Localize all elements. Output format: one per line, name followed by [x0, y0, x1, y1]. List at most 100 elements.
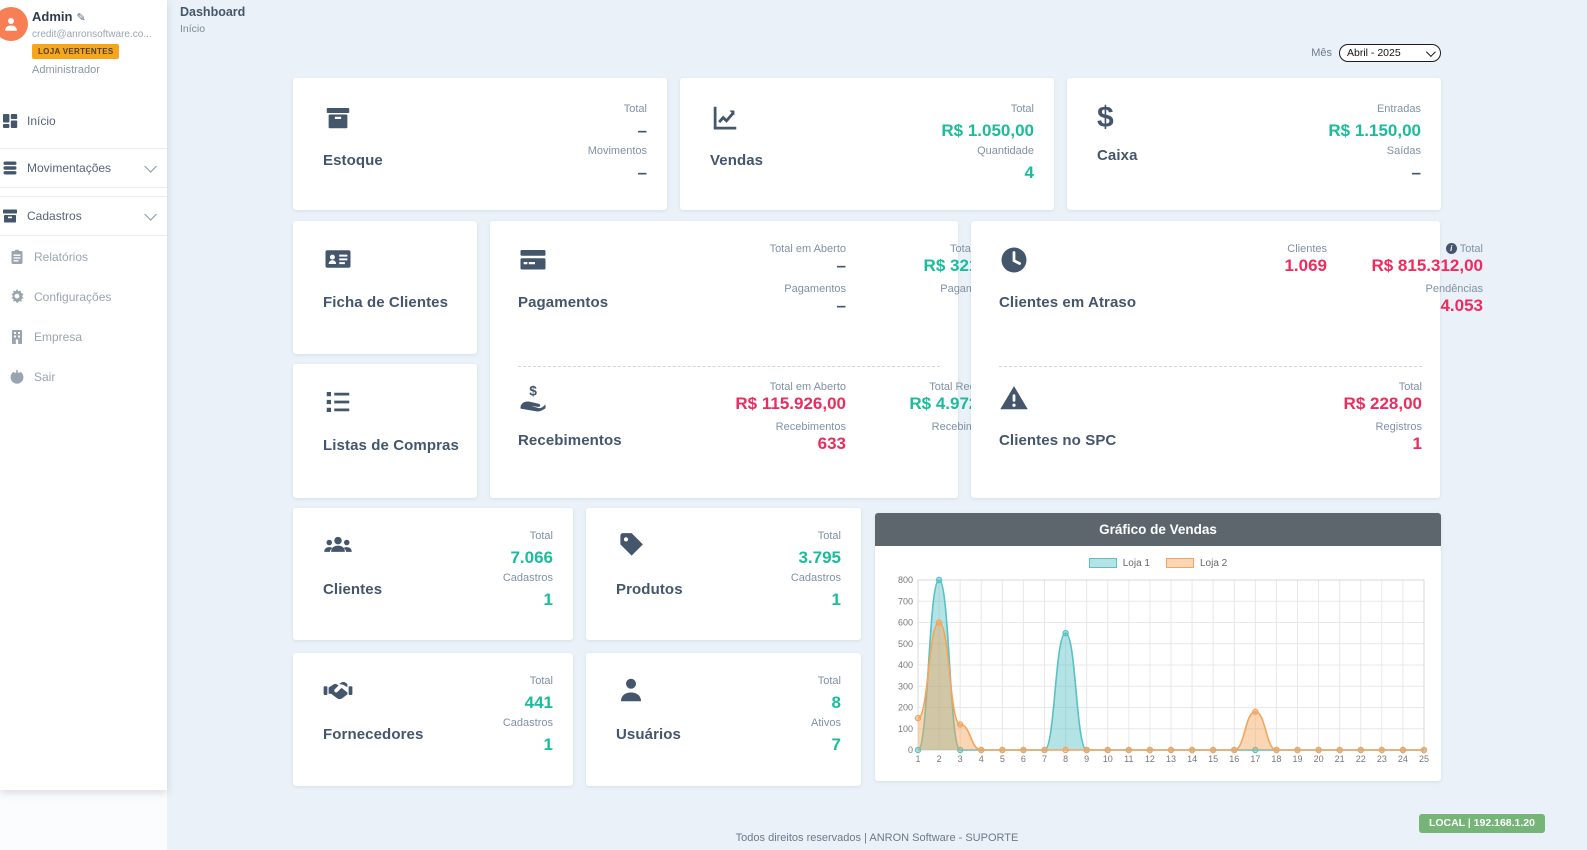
chart-legend: Loja 1 Loja 2: [884, 554, 1432, 572]
chart-title: Gráfico de Vendas: [1099, 522, 1217, 537]
card-pagamentos-recebimentos: Pagamentos Total em Aberto – Pagamentos …: [490, 221, 958, 498]
stat-label: Total: [818, 530, 841, 542]
footer-copyright: Todos direitos reservados | ANRON Softwa…: [167, 832, 1587, 844]
stat-label: Total: [818, 675, 841, 687]
power-icon: [9, 369, 25, 385]
stat-value: R$ 115.926,00: [735, 394, 846, 413]
store-badge: LOJA VERTENTES: [32, 44, 119, 59]
card-title: Clientes em Atraso: [999, 294, 1175, 311]
card-title: Vendas: [710, 152, 763, 169]
stat-value: R$ 1.150,00: [1328, 121, 1421, 140]
section-clientes-spc: Clientes no SPC Total R$ 228,00 Registro…: [999, 381, 1422, 498]
chart-line-icon: [710, 120, 740, 137]
svg-text:20: 20: [1314, 754, 1324, 764]
svg-text:10: 10: [1103, 754, 1113, 764]
card-ficha-clientes[interactable]: Ficha de Clientes: [293, 221, 477, 354]
month-filter: Mês Abril - 2025: [167, 44, 1441, 62]
svg-text:19: 19: [1292, 754, 1302, 764]
card-title: Produtos: [616, 581, 683, 598]
svg-text:15: 15: [1208, 754, 1218, 764]
handshake-icon: [323, 692, 353, 709]
legend-swatch: [1089, 558, 1117, 568]
card-fornecedores: Fornecedores Total 441 Cadastros 1: [293, 653, 573, 786]
chevron-down-icon: [1426, 47, 1436, 57]
month-select[interactable]: Abril - 2025: [1339, 44, 1441, 62]
card-listas-compras[interactable]: Listas de Compras: [293, 364, 477, 498]
sidebar-item-label: Cadastros: [27, 209, 82, 223]
person-icon: [2, 15, 20, 33]
stat-label: Cadastros: [503, 572, 553, 584]
svg-text:4: 4: [979, 754, 984, 764]
sidebar-item-sair[interactable]: Sair: [0, 358, 167, 396]
svg-text:7: 7: [1042, 754, 1047, 764]
sidebar-item-movimentacoes[interactable]: Movimentações: [0, 148, 167, 188]
stat-label: Total: [1344, 381, 1422, 393]
grid-icon: [2, 113, 18, 129]
svg-text:8: 8: [1063, 754, 1068, 764]
sidebar-column: Admin✎ credit@anronsoftware.co... LOJA V…: [0, 0, 167, 850]
stat-label: Total: [624, 103, 647, 115]
main-content: Dashboard Início Mês Abril - 2025 Estoqu…: [167, 0, 1587, 850]
stat-value: 3.795: [798, 548, 841, 567]
svg-text:9: 9: [1084, 754, 1089, 764]
card-usuarios: Usuários Total 8 Ativos 7: [586, 653, 861, 786]
card-grafico-vendas: Gráfico de Vendas Loja 1 Loja 2 01002003: [875, 513, 1441, 781]
page-title: Dashboard: [180, 5, 1587, 19]
section-clientes-atraso: Clientes em Atraso Clientes 1.069 iTotal…: [999, 243, 1422, 360]
card-title: Listas de Compras: [323, 437, 477, 454]
stat-value: 7: [832, 735, 841, 754]
svg-text:23: 23: [1377, 754, 1387, 764]
card-clientes: Clientes Total 7.066 Cadastros 1: [293, 508, 573, 640]
info-icon[interactable]: i: [1446, 243, 1457, 254]
card-estoque: Estoque Total – Movimentos –: [293, 78, 667, 210]
sidebar-item-relatorios[interactable]: Relatórios: [0, 238, 167, 276]
gear-icon: [9, 289, 25, 305]
svg-text:200: 200: [898, 703, 913, 713]
user-profile: Admin✎ credit@anronsoftware.co... LOJA V…: [0, 0, 167, 88]
svg-text:12: 12: [1145, 754, 1155, 764]
network-status-badge: LOCAL | 192.168.1.20: [1419, 814, 1545, 833]
card-caixa: $ Caixa Entradas R$ 1.150,00 Saídas –: [1067, 78, 1441, 210]
stat-value: 441: [525, 693, 553, 712]
stat-value: –: [770, 256, 846, 275]
svg-text:500: 500: [898, 639, 913, 649]
chevron-down-icon: [144, 160, 157, 173]
svg-text:700: 700: [898, 596, 913, 606]
svg-text:6: 6: [1021, 754, 1026, 764]
stat-value: 8: [832, 693, 841, 712]
stat-label: Clientes: [1284, 243, 1327, 255]
card-vendas: Vendas Total R$ 1.050,00 Quantidade 4: [680, 78, 1054, 210]
chart-header: Gráfico de Vendas: [875, 513, 1441, 546]
credit-card-icon: [518, 262, 548, 279]
section-recebimentos: $ Recebimentos Total em Aberto R$ 115.92…: [518, 381, 940, 498]
profile-name: Admin: [32, 9, 72, 24]
stat-value: –: [784, 296, 846, 315]
page-header: Dashboard Início: [180, 5, 1587, 35]
sidebar-item-cadastros[interactable]: Cadastros: [0, 196, 167, 236]
sidebar-item-inicio[interactable]: Início: [0, 102, 167, 140]
stat-label: Total: [1011, 103, 1034, 115]
sidebar-item-empresa[interactable]: Empresa: [0, 318, 167, 356]
sidebar-item-label: Relatórios: [34, 250, 88, 264]
breadcrumb: Início: [180, 23, 1587, 35]
card-atraso-spc: Clientes em Atraso Clientes 1.069 iTotal…: [971, 221, 1440, 498]
svg-text:1: 1: [915, 754, 920, 764]
svg-text:0: 0: [908, 745, 913, 755]
stat-value: 4: [1025, 163, 1034, 182]
sidebar-item-label: Configurações: [34, 290, 111, 304]
stat-value: 1: [544, 590, 553, 609]
card-title: Recebimentos: [518, 432, 694, 449]
legend-item-loja1[interactable]: Loja 1: [1089, 558, 1150, 569]
svg-text:600: 600: [898, 618, 913, 628]
pencil-icon[interactable]: ✎: [76, 12, 85, 24]
svg-text:21: 21: [1335, 754, 1345, 764]
svg-text:3: 3: [958, 754, 963, 764]
stat-label: Total em Aberto: [770, 243, 846, 255]
stat-value: 1: [544, 735, 553, 754]
sidebar-item-configuracoes[interactable]: Configurações: [0, 278, 167, 316]
legend-item-loja2[interactable]: Loja 2: [1166, 558, 1227, 569]
divider: [999, 366, 1422, 367]
avatar: [0, 7, 28, 41]
archive-icon: [2, 208, 18, 224]
stat-value: R$ 1.050,00: [941, 121, 1034, 140]
